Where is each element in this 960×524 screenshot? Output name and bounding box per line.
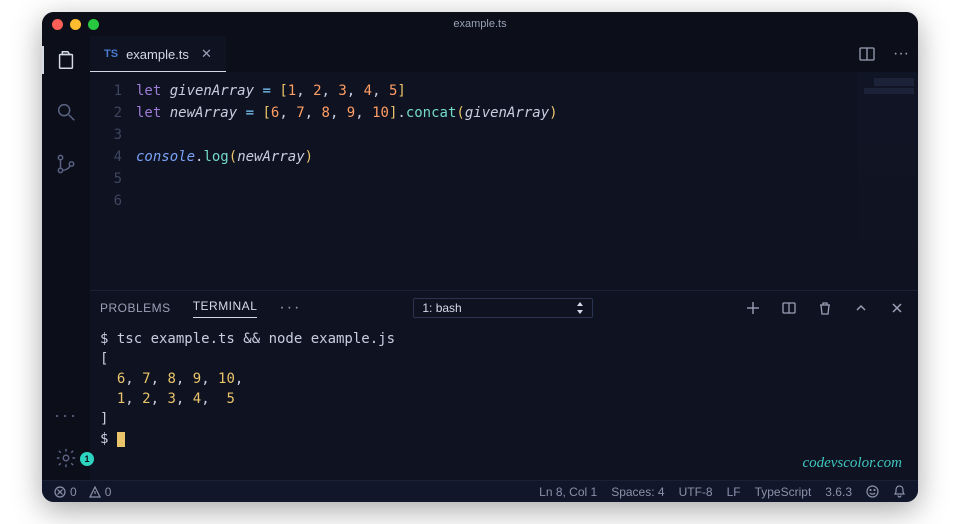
status-language[interactable]: TypeScript: [755, 485, 812, 499]
typescript-badge-icon: TS: [104, 48, 118, 60]
window-minimize-button[interactable]: [70, 19, 81, 30]
search-icon[interactable]: [54, 100, 78, 124]
window-maximize-button[interactable]: [88, 19, 99, 30]
close-panel-icon[interactable]: [888, 299, 906, 317]
panel-tab-problems[interactable]: PROBLEMS: [100, 301, 171, 315]
terminal-selector-label: 1: bash: [422, 301, 461, 315]
code-content[interactable]: let givenArray = [1, 2, 3, 4, 5]let newA…: [136, 72, 558, 290]
settings-gear-icon[interactable]: 1: [54, 446, 78, 470]
code-line[interactable]: [136, 124, 558, 146]
tab-label: example.ts: [126, 47, 189, 62]
terminal-selector[interactable]: 1: bash: [413, 298, 593, 318]
new-terminal-icon[interactable]: [744, 299, 762, 317]
window-close-button[interactable]: [52, 19, 63, 30]
editor-tabs: TS example.ts ✕ ···: [90, 36, 918, 72]
status-errors[interactable]: 0: [54, 485, 77, 499]
window-controls: [52, 19, 99, 30]
status-bell-icon[interactable]: [893, 485, 906, 498]
more-actions-icon[interactable]: ···: [892, 45, 910, 63]
terminal-cursor: [117, 432, 125, 447]
status-ts-version[interactable]: 3.6.3: [825, 485, 852, 499]
terminal-line: 1, 2, 3, 4, 5: [100, 389, 908, 409]
settings-badge: 1: [80, 452, 94, 466]
terminal-actions: [744, 299, 906, 317]
tab-example-ts[interactable]: TS example.ts ✕: [90, 36, 226, 72]
status-feedback-icon[interactable]: [866, 485, 879, 498]
explorer-icon[interactable]: [54, 48, 78, 72]
status-errors-count: 0: [70, 485, 77, 499]
bottom-panel: PROBLEMS TERMINAL ··· 1: bash: [90, 290, 918, 480]
activity-overflow-icon[interactable]: ···: [54, 405, 78, 426]
terminal-line: 6, 7, 8, 9, 10,: [100, 369, 908, 389]
status-encoding[interactable]: UTF-8: [679, 485, 713, 499]
titlebar: example.ts: [42, 12, 918, 36]
panel-tab-terminal[interactable]: TERMINAL: [193, 299, 258, 318]
status-bar: 0 0 Ln 8, Col 1 Spaces: 4 UTF-8 LF TypeS…: [42, 480, 918, 502]
editor-actions: ···: [858, 36, 910, 72]
main-row: ··· 1 TS example.ts ✕: [42, 36, 918, 480]
vscode-window: example.ts ··· 1: [42, 12, 918, 502]
terminal-line: $: [100, 429, 908, 449]
maximize-panel-icon[interactable]: [852, 299, 870, 317]
code-line[interactable]: let newArray = [6, 7, 8, 9, 10].concat(g…: [136, 102, 558, 124]
split-terminal-icon[interactable]: [780, 299, 798, 317]
code-line[interactable]: console.log(newArray): [136, 146, 558, 168]
close-tab-icon[interactable]: ✕: [201, 46, 212, 62]
kill-terminal-icon[interactable]: [816, 299, 834, 317]
watermark: codevscolor.com: [802, 455, 902, 472]
window-title: example.ts: [42, 18, 918, 30]
source-control-icon[interactable]: [54, 152, 78, 176]
terminal-line: [: [100, 349, 908, 369]
status-warnings[interactable]: 0: [89, 485, 112, 499]
code-line[interactable]: [136, 190, 558, 212]
terminal-line: $ tsc example.ts && node example.js: [100, 329, 908, 349]
panel-overflow-icon[interactable]: ···: [279, 299, 301, 317]
code-line[interactable]: let givenArray = [1, 2, 3, 4, 5]: [136, 80, 558, 102]
minimap[interactable]: [858, 72, 918, 290]
terminal-output[interactable]: $ tsc example.ts && node example.js[ 6, …: [90, 325, 918, 480]
code-line[interactable]: [136, 168, 558, 190]
editor-area: TS example.ts ✕ ··· 123456 let givenArra…: [90, 36, 918, 480]
status-cursor[interactable]: Ln 8, Col 1: [539, 485, 597, 499]
activity-bar: ··· 1: [42, 36, 90, 480]
status-indent[interactable]: Spaces: 4: [611, 485, 664, 499]
code-editor[interactable]: 123456 let givenArray = [1, 2, 3, 4, 5]l…: [90, 72, 918, 290]
line-gutter: 123456: [90, 72, 136, 290]
status-warnings-count: 0: [105, 485, 112, 499]
dropdown-arrows-icon: [576, 302, 584, 314]
status-eol[interactable]: LF: [727, 485, 741, 499]
terminal-line: ]: [100, 409, 908, 429]
panel-tabs: PROBLEMS TERMINAL ··· 1: bash: [90, 291, 918, 325]
split-editor-icon[interactable]: [858, 45, 876, 63]
